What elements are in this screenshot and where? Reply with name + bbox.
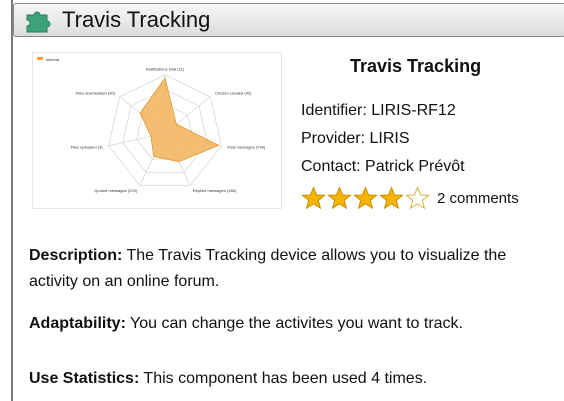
puzzle-piece-icon (26, 11, 51, 33)
description-section: Description: The Travis Tracking device … (29, 243, 559, 295)
panel-title: Travis Tracking (62, 7, 211, 32)
star-filled-icon[interactable] (327, 186, 352, 211)
component-provider: Provider: LIRIS (301, 130, 410, 147)
adaptability-section: Adaptability: You can change the activit… (29, 311, 559, 337)
star-filled-icon[interactable] (353, 186, 378, 211)
stars (301, 186, 431, 211)
star-rating[interactable]: 2 comments (301, 186, 519, 211)
adaptability-label: Adaptability: (29, 315, 126, 332)
star-filled-icon[interactable] (379, 186, 404, 211)
legend-label: Interval (46, 57, 59, 62)
panel-titlebar: Travis Tracking (13, 3, 564, 37)
radar-chart: Interval Notifications total (11) Chosen … (37, 57, 266, 193)
comments-link[interactable]: 2 comments (437, 190, 519, 207)
radar-series-area (139, 76, 220, 163)
radar-axis-label: Post messages (799) (227, 145, 265, 150)
statistics-section: Use Statistics: This component has been … (29, 366, 559, 392)
radar-axis-label: Files downloaded (90) (76, 91, 116, 96)
component-name: Travis Tracking (350, 56, 482, 76)
radar-axis-label: Chosen created (42) (215, 91, 252, 96)
legend-swatch (37, 57, 43, 60)
component-identifier: Identifier: LIRIS-RF12 (301, 102, 456, 119)
radar-axis-label: Notifications total (11) (146, 67, 185, 72)
component-contact: Contact: Patrick Prévôt (301, 158, 465, 175)
radar-axis-label: Replied messages (186) (193, 188, 237, 193)
star-empty-icon[interactable] (405, 186, 430, 211)
adaptability-text: You can change the activites you want to… (125, 315, 463, 332)
star-filled-icon[interactable] (301, 186, 326, 211)
radar-axis-label: Files uploaded (3) (71, 145, 104, 150)
statistics-text: This component has been used 4 times. (139, 370, 428, 387)
radar-chart-thumbnail[interactable]: Interval Notifications total (11) Chosen … (32, 52, 282, 209)
component-panel: Travis Tracking Interval Notifications t… (11, 0, 564, 401)
description-label: Description: (29, 247, 123, 264)
radar-axis-label: Quoted messages (229) (94, 188, 138, 193)
statistics-label: Use Statistics: (29, 370, 140, 387)
